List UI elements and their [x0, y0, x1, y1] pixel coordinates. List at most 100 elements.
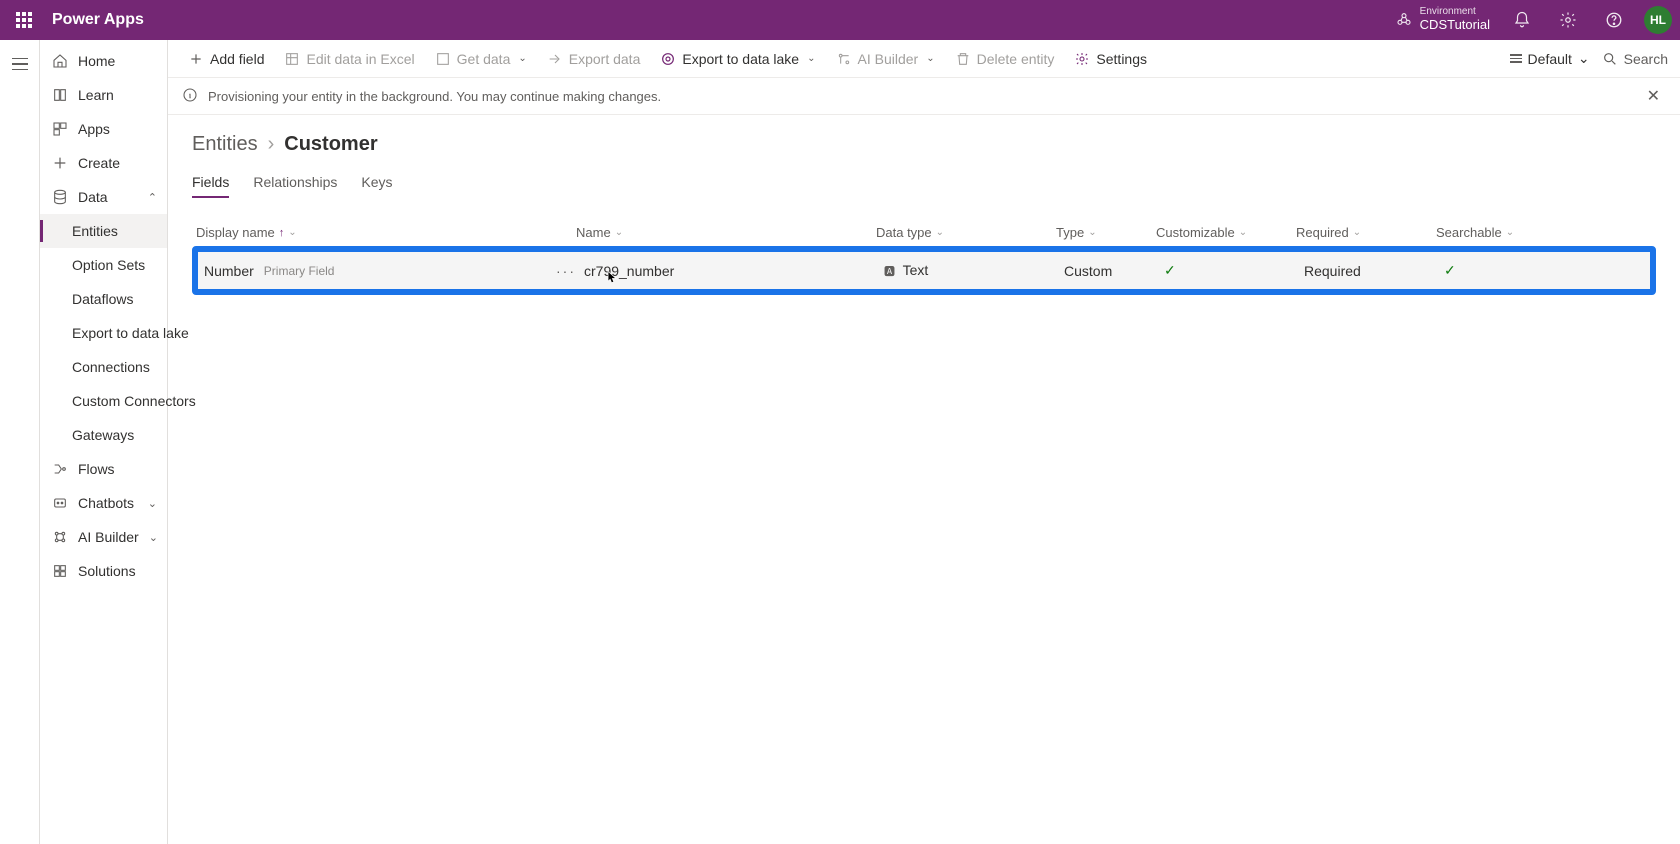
sidebar-item-data[interactable]: Data ⌃ — [40, 180, 167, 214]
chevron-down-icon: ⌄ — [1506, 227, 1514, 238]
ai-builder-button[interactable]: AI Builder ⌄ — [828, 47, 943, 71]
sidebar-item-create[interactable]: Create — [40, 146, 167, 180]
sidebar-item-connections[interactable]: Connections — [40, 350, 167, 384]
sidebar-label: Apps — [78, 121, 110, 137]
sidebar: Home Learn Apps Create Data ⌃ Entities — [40, 40, 168, 844]
sidebar-label: AI Builder — [78, 529, 139, 545]
data-lake-icon — [660, 51, 676, 67]
sidebar-item-chatbots[interactable]: Chatbots ⌄ — [40, 486, 167, 520]
grid-header: Display name ↑ ⌄ Name ⌄ Data type ⌄ Type — [192, 219, 1656, 246]
sidebar-label: Connections — [72, 359, 150, 375]
export-to-data-lake-button[interactable]: Export to data lake ⌄ — [652, 47, 823, 71]
notifications-button[interactable] — [1502, 0, 1542, 40]
export-data-button[interactable]: Export data — [539, 47, 649, 71]
col-data-type[interactable]: Data type ⌄ — [876, 225, 1056, 240]
settings-command-button[interactable]: Settings — [1066, 47, 1155, 71]
table-row[interactable]: Number Primary Field ··· cr799_number 🅰 … — [198, 252, 1650, 289]
row-more-button[interactable]: ··· — [548, 263, 584, 279]
command-bar: Add field Edit data in Excel Get data ⌄ … — [168, 40, 1680, 78]
settings-button[interactable] — [1548, 0, 1588, 40]
sidebar-item-home[interactable]: Home — [40, 44, 167, 78]
sidebar-label: Chatbots — [78, 495, 134, 511]
sidebar-item-export-lake[interactable]: Export to data lake — [40, 316, 167, 350]
gear-icon — [1074, 51, 1090, 67]
search-button[interactable]: Search — [1602, 51, 1668, 67]
nav-collapse-button[interactable] — [4, 48, 36, 80]
sidebar-item-entities[interactable]: Entities — [40, 214, 167, 248]
sidebar-label: Option Sets — [72, 257, 145, 273]
cmd-label: Export data — [569, 51, 641, 67]
add-field-button[interactable]: Add field — [180, 47, 272, 71]
sidebar-label: Data — [78, 189, 108, 205]
info-close-button[interactable]: ✕ — [1641, 84, 1666, 108]
sidebar-item-solutions[interactable]: Solutions — [40, 554, 167, 588]
user-avatar[interactable]: HL — [1644, 6, 1672, 34]
cmd-label: Edit data in Excel — [306, 51, 414, 67]
sidebar-label: Gateways — [72, 427, 134, 443]
nav-rail — [0, 40, 40, 844]
cmd-label: Get data — [457, 51, 511, 67]
apps-icon — [52, 121, 68, 137]
col-label: Name — [576, 225, 611, 240]
home-icon — [52, 53, 68, 69]
export-icon — [547, 51, 563, 67]
col-customizable[interactable]: Customizable ⌄ — [1156, 225, 1296, 240]
sidebar-item-option-sets[interactable]: Option Sets — [40, 248, 167, 282]
sidebar-item-gateways[interactable]: Gateways — [40, 418, 167, 452]
header-actions: HL — [1502, 0, 1672, 40]
chevron-down-icon: ⌄ — [1088, 227, 1096, 238]
view-label: Default — [1528, 51, 1572, 67]
environment-icon — [1396, 11, 1412, 30]
solutions-icon — [52, 563, 68, 579]
col-name[interactable]: Name ⌄ — [576, 225, 876, 240]
sidebar-label: Export to data lake — [72, 325, 189, 341]
tab-keys[interactable]: Keys — [361, 170, 392, 198]
chevron-down-icon: ⌄ — [615, 227, 623, 238]
cmd-label: AI Builder — [858, 51, 919, 67]
breadcrumb-root[interactable]: Entities — [192, 133, 258, 156]
sidebar-item-dataflows[interactable]: Dataflows — [40, 282, 167, 316]
cmd-label: Settings — [1096, 51, 1147, 67]
col-label: Data type — [876, 225, 932, 240]
breadcrumb-leaf: Customer — [284, 133, 377, 156]
cell-display-name: Number — [204, 263, 254, 279]
chevron-down-icon: ⌄ — [1578, 50, 1590, 67]
sidebar-item-apps[interactable]: Apps — [40, 112, 167, 146]
chevron-down-icon: ⌄ — [936, 227, 944, 238]
search-icon — [1602, 51, 1618, 67]
cell-data-type: Text — [903, 262, 929, 278]
environment-name: CDSTutorial — [1420, 17, 1490, 33]
tab-fields[interactable]: Fields — [192, 170, 229, 198]
col-required[interactable]: Required ⌄ — [1296, 225, 1436, 240]
environment-text: Environment CDSTutorial — [1420, 7, 1490, 33]
get-data-button[interactable]: Get data ⌄ — [427, 47, 535, 71]
cmd-label: Export to data lake — [682, 51, 799, 67]
tab-relationships[interactable]: Relationships — [253, 170, 337, 198]
chevron-down-icon: ⌄ — [1353, 227, 1361, 238]
col-display-name[interactable]: Display name ↑ ⌄ — [196, 225, 576, 240]
environment-picker[interactable]: Environment CDSTutorial — [1396, 7, 1490, 33]
excel-icon — [284, 51, 300, 67]
info-message: Provisioning your entity in the backgrou… — [208, 89, 661, 104]
plus-icon — [52, 155, 68, 171]
col-label: Customizable — [1156, 225, 1235, 240]
cell-customizable: ✓ — [1164, 262, 1304, 279]
app-launcher-button[interactable] — [8, 4, 40, 36]
sidebar-label: Dataflows — [72, 291, 133, 307]
book-icon — [52, 87, 68, 103]
waffle-icon — [16, 12, 32, 28]
sidebar-item-flows[interactable]: Flows — [40, 452, 167, 486]
edit-in-excel-button[interactable]: Edit data in Excel — [276, 47, 422, 71]
sidebar-item-learn[interactable]: Learn — [40, 78, 167, 112]
col-searchable[interactable]: Searchable ⌄ — [1436, 225, 1536, 240]
help-button[interactable] — [1594, 0, 1634, 40]
delete-entity-button[interactable]: Delete entity — [947, 47, 1063, 71]
chevron-down-icon: ⌄ — [518, 53, 526, 64]
sidebar-item-custom-connectors[interactable]: Custom Connectors — [40, 384, 167, 418]
sidebar-label: Home — [78, 53, 115, 69]
sidebar-item-ai-builder[interactable]: AI Builder ⌄ — [40, 520, 167, 554]
col-label: Display name — [196, 225, 275, 240]
ai-icon — [52, 529, 68, 545]
view-picker[interactable]: Default ⌄ — [1510, 50, 1590, 67]
col-type[interactable]: Type ⌄ — [1056, 225, 1156, 240]
